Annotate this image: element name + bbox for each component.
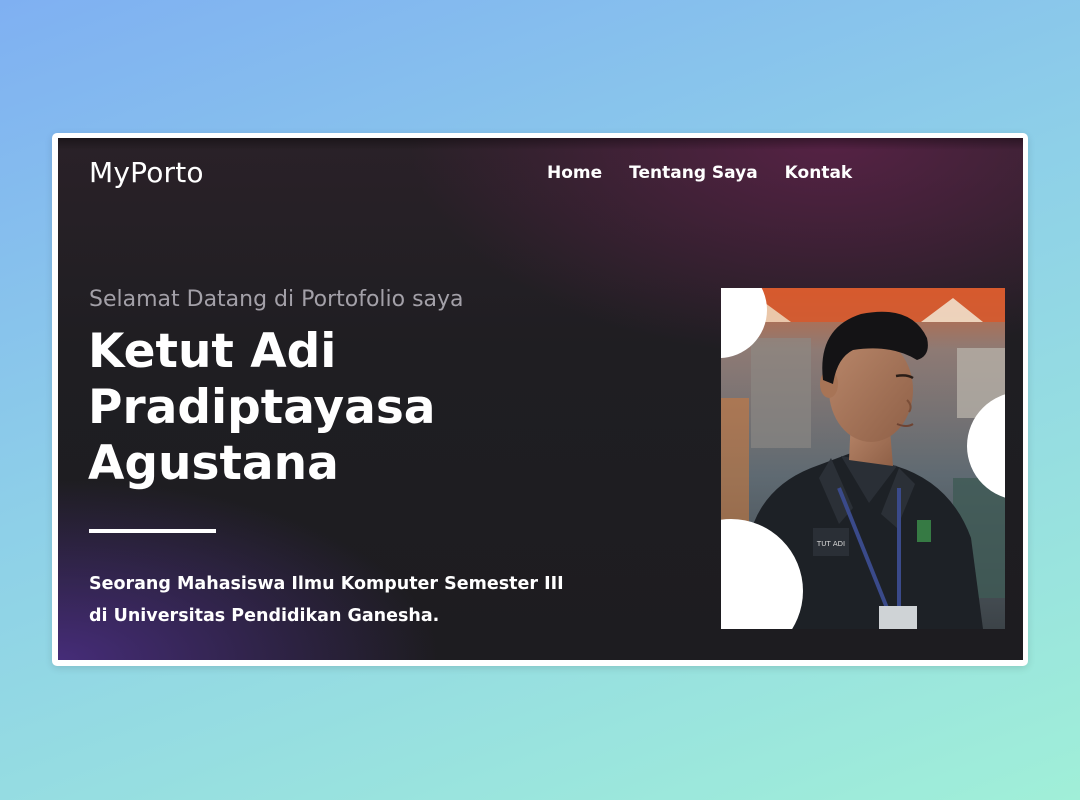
hero-name: Ketut Adi Pradiptayasa Agustana xyxy=(88,324,508,492)
brand-logo[interactable]: MyPorto xyxy=(89,156,204,189)
hero-name-line-3: Agustana xyxy=(88,436,339,491)
hero-divider xyxy=(89,529,216,533)
portfolio-screenshot-frame: MyPorto Home Tentang Saya Kontak Selamat… xyxy=(52,133,1028,666)
hero-greeting: Selamat Datang di Portofolio saya xyxy=(89,287,464,312)
hero-name-line-1: Ketut Adi xyxy=(88,324,337,379)
hero-description-line-1: Seorang Mahasiswa Ilmu Komputer Semester… xyxy=(89,574,564,594)
nav-home-link[interactable]: Home xyxy=(547,163,602,183)
main-nav: Home Tentang Saya Kontak xyxy=(547,163,852,183)
hero-name-line-2: Pradiptayasa xyxy=(88,380,436,435)
nav-contact-link[interactable]: Kontak xyxy=(785,163,853,183)
profile-photo: TUT ADI xyxy=(721,288,1005,629)
hero-section: MyPorto Home Tentang Saya Kontak Selamat… xyxy=(58,138,1023,660)
shirt-name-badge: TUT ADI xyxy=(816,540,845,548)
nav-about-link[interactable]: Tentang Saya xyxy=(629,163,758,183)
hero-description: Seorang Mahasiswa Ilmu Komputer Semester… xyxy=(89,568,609,632)
hero-description-line-2: di Universitas Pendidikan Ganesha. xyxy=(89,606,440,626)
